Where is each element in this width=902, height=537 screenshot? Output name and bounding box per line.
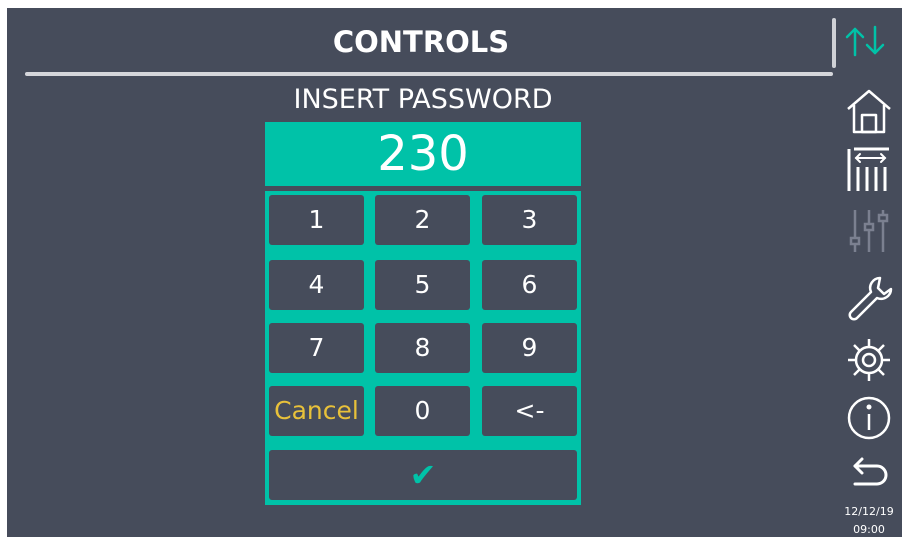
key-label: 6: [521, 270, 538, 299]
key-label: 3: [521, 205, 538, 234]
key-label: 5: [414, 270, 431, 299]
controls-screen: CONTROLS INSERT PASSWORD 230 1 2 3 4 5 6: [7, 8, 902, 537]
confirm-button[interactable]: ✔: [269, 450, 577, 500]
page-title: CONTROLS: [332, 25, 510, 59]
password-prompt: INSERT PASSWORD: [293, 84, 553, 115]
numeric-keypad: 1 2 3 4 5 6 7 8 9 Cancel 0 <- ✔: [265, 191, 581, 505]
home-icon[interactable]: [845, 86, 893, 134]
key-3[interactable]: 3: [482, 195, 577, 245]
up-down-arrows-icon[interactable]: [843, 23, 887, 59]
key-6[interactable]: 6: [482, 260, 577, 310]
key-label: 7: [308, 333, 325, 362]
key-label: 4: [308, 270, 325, 299]
title-underline: [25, 72, 833, 76]
cancel-button[interactable]: Cancel: [269, 386, 364, 436]
key-4[interactable]: 4: [269, 260, 364, 310]
status-date: 12/12/19: [844, 505, 894, 518]
key-9[interactable]: 9: [482, 323, 577, 373]
back-arrow-icon[interactable]: [845, 448, 893, 496]
header-divider: [832, 18, 836, 68]
bar-levels-icon[interactable]: [845, 145, 893, 193]
info-icon[interactable]: [845, 394, 893, 442]
key-1[interactable]: 1: [269, 195, 364, 245]
key-label: 9: [521, 333, 538, 362]
key-2[interactable]: 2: [375, 195, 470, 245]
key-label: 2: [414, 205, 431, 234]
cancel-label: Cancel: [274, 396, 359, 425]
backspace-button[interactable]: <-: [482, 386, 577, 436]
key-7[interactable]: 7: [269, 323, 364, 373]
key-label: 0: [414, 396, 431, 425]
checkmark-icon: ✔: [409, 456, 437, 494]
key-5[interactable]: 5: [375, 260, 470, 310]
key-label: 1: [308, 205, 325, 234]
key-label: 8: [414, 333, 431, 362]
key-8[interactable]: 8: [375, 323, 470, 373]
key-0[interactable]: 0: [375, 386, 470, 436]
status-time: 09:00: [853, 523, 885, 536]
gear-icon[interactable]: [845, 336, 893, 384]
sliders-icon: [845, 206, 893, 254]
backspace-label: <-: [514, 396, 545, 425]
wrench-icon[interactable]: [845, 274, 893, 322]
password-display: 230: [265, 122, 581, 186]
